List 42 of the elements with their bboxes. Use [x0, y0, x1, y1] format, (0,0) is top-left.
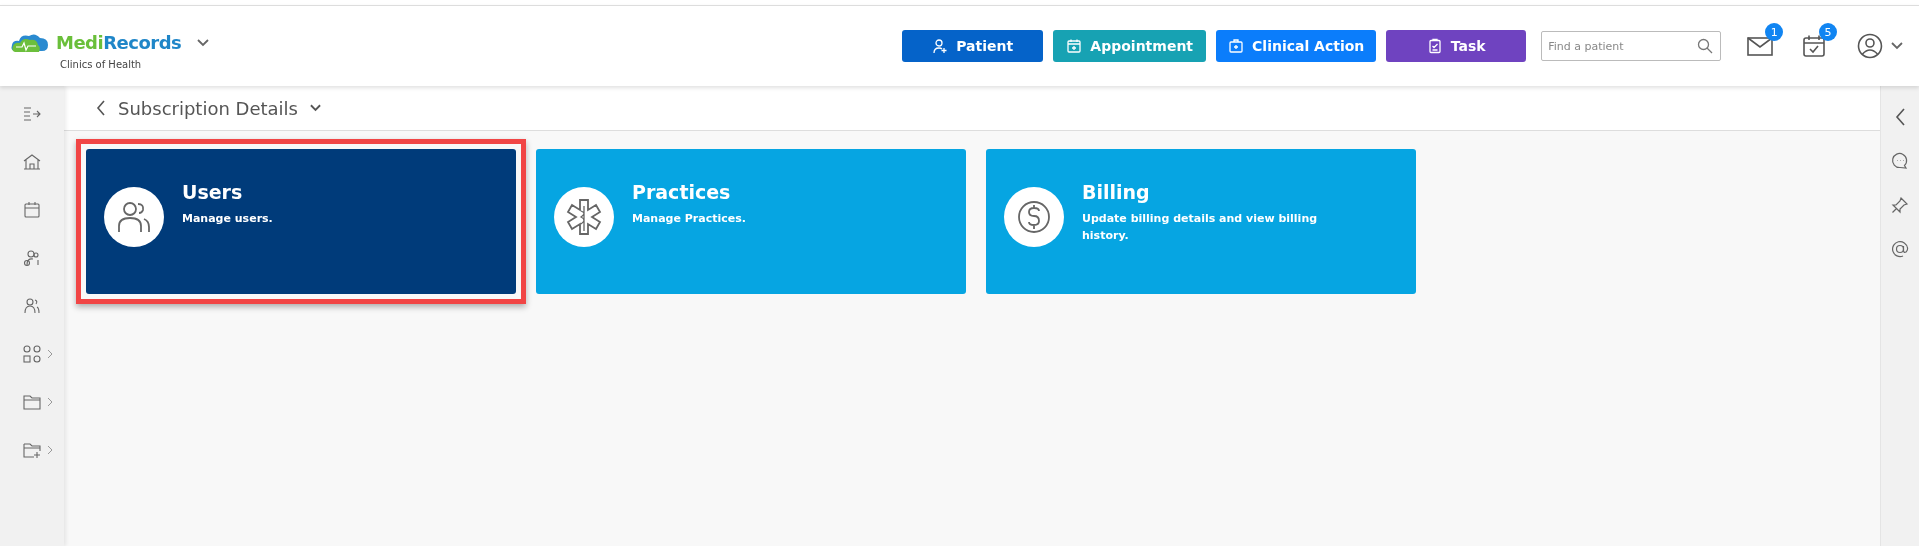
- card-title: Practices: [632, 181, 732, 203]
- sidebar-nav-icon[interactable]: [21, 344, 42, 364]
- caret-icon[interactable]: [197, 38, 210, 47]
- collapse-icon[interactable]: [1894, 108, 1906, 126]
- card-title: Billing: [1082, 181, 1151, 203]
- action-button[interactable]: Clinical Action: [1216, 30, 1377, 62]
- notification-badge: 1: [1765, 23, 1784, 41]
- calendar-check-icon[interactable]: [1802, 34, 1827, 58]
- button-icon: [1426, 38, 1443, 54]
- sidebar-nav-icon[interactable]: [21, 248, 42, 268]
- settings-card[interactable]: Users Manage users.: [86, 149, 516, 294]
- sidebar-nav-icon[interactable]: [21, 152, 42, 172]
- card-description: Update billing details and view billing history.: [1082, 211, 1319, 244]
- back-icon[interactable]: [96, 100, 106, 116]
- sidebar-nav-icon[interactable]: [21, 392, 42, 412]
- notification-badge: 5: [1819, 23, 1838, 41]
- clinic-name: Clinics of Health: [60, 58, 143, 70]
- page-title: Subscription Details: [118, 97, 298, 119]
- chat-bubble-icon[interactable]: [1891, 152, 1909, 170]
- sidebar-nav-icon[interactable]: [21, 200, 42, 220]
- mail-icon[interactable]: [1747, 36, 1774, 56]
- action-button[interactable]: Patient: [902, 30, 1044, 62]
- sidebar-nav-icon[interactable]: [21, 296, 42, 316]
- card-description: Manage users.: [182, 211, 273, 227]
- settings-card[interactable]: Practices Manage Practices.: [536, 149, 966, 294]
- app-logo-text: MediRecords: [56, 32, 182, 53]
- action-button[interactable]: Task: [1386, 30, 1527, 62]
- at-sign-icon[interactable]: [1891, 240, 1909, 258]
- pin-icon[interactable]: [1891, 196, 1909, 214]
- button-icon: [1066, 38, 1083, 54]
- user-avatar-icon[interactable]: [1857, 33, 1884, 59]
- button-icon: [932, 38, 949, 54]
- caret-icon[interactable]: [309, 104, 321, 112]
- settings-card[interactable]: Billing Update billing details and view billing history.: [986, 149, 1416, 294]
- action-button[interactable]: Appointment: [1053, 30, 1207, 62]
- button-icon: [1228, 38, 1245, 54]
- card-description: Manage Practices.: [632, 211, 746, 227]
- caret-icon[interactable]: [1891, 42, 1903, 50]
- search-field[interactable]: Find a patient: [1541, 31, 1722, 61]
- card-title: Users: [182, 181, 244, 203]
- sidebar-nav-icon[interactable]: [21, 440, 42, 460]
- search-icon[interactable]: [1697, 38, 1714, 54]
